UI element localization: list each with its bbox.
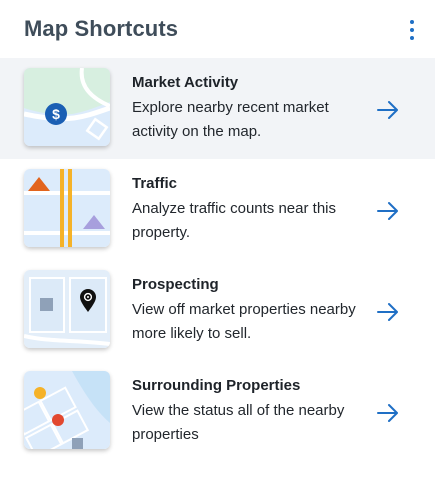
shortcut-title: Market Activity bbox=[132, 74, 239, 91]
prospecting-map-icon bbox=[24, 270, 110, 348]
shortcut-description: Explore nearby recent market activity on… bbox=[132, 99, 329, 140]
arrow-right-icon[interactable] bbox=[376, 401, 400, 425]
shortcut-traffic[interactable]: Traffic Analyze traffic counts near this… bbox=[0, 159, 435, 260]
menu-dot bbox=[410, 20, 414, 24]
dollar-map-icon: $ bbox=[24, 68, 110, 146]
traffic-map-icon bbox=[24, 169, 110, 247]
surrounding-map-icon bbox=[24, 371, 110, 449]
shortcut-prospecting[interactable]: Prospecting View off market properties n… bbox=[0, 260, 435, 361]
more-vertical-icon[interactable] bbox=[407, 18, 417, 42]
shortcut-surrounding-properties[interactable]: Surrounding Properties View the status a… bbox=[0, 361, 435, 462]
shortcut-description: View the status all of the nearby proper… bbox=[132, 402, 345, 443]
arrow-right-icon[interactable] bbox=[376, 199, 400, 223]
shortcut-title: Surrounding Properties bbox=[132, 377, 301, 394]
shortcut-title: Traffic bbox=[132, 175, 178, 192]
panel-header: Map Shortcuts bbox=[0, 0, 435, 58]
shortcut-title: Prospecting bbox=[132, 276, 219, 293]
map-shortcuts-panel: Map Shortcuts $ Market Activity Explore … bbox=[0, 0, 435, 495]
arrow-right-icon[interactable] bbox=[376, 300, 400, 324]
shortcut-description: Analyze traffic counts near this propert… bbox=[132, 200, 336, 241]
svg-text:$: $ bbox=[52, 106, 60, 122]
arrow-right-icon[interactable] bbox=[376, 98, 400, 122]
panel-title: Map Shortcuts bbox=[24, 16, 179, 41]
shortcut-description: View off market properties nearby more l… bbox=[132, 301, 356, 342]
menu-dot bbox=[410, 28, 414, 32]
shortcut-market-activity[interactable]: $ Market Activity Explore nearby recent … bbox=[0, 58, 435, 159]
menu-dot bbox=[410, 36, 414, 40]
